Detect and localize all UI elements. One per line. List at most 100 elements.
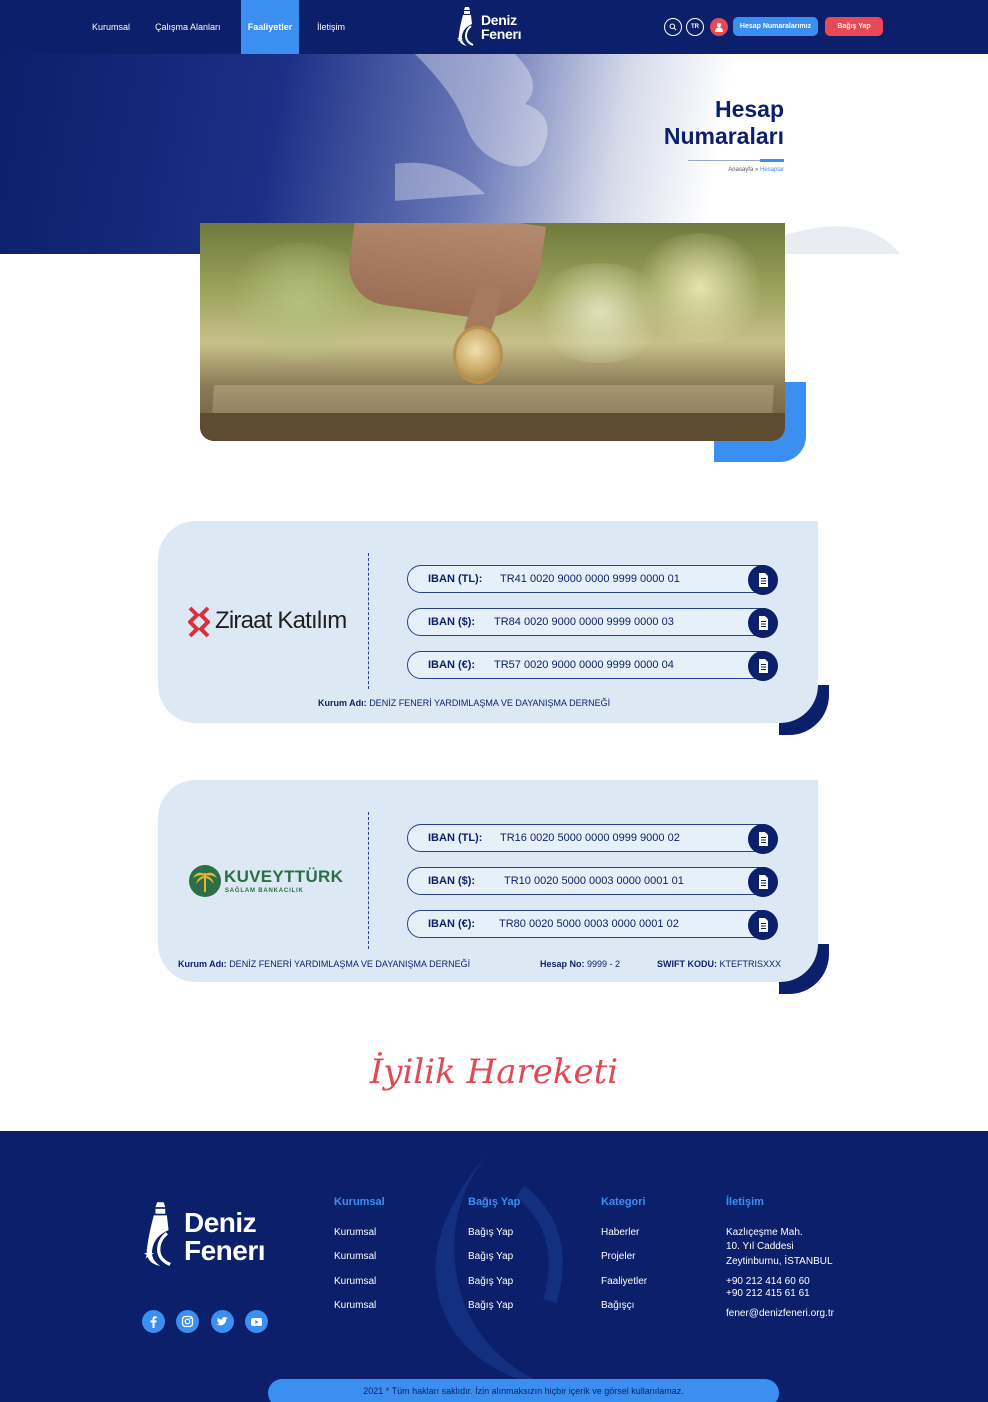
iban-row-eur: IBAN (€): TR80 0020 5000 0003 0000 0001 … — [407, 910, 778, 940]
footer-column-title: Kategori — [601, 1196, 646, 1208]
copy-iban-button[interactable] — [748, 867, 778, 897]
iban-value: TR57 0020 9000 0000 9999 0000 04 — [494, 659, 674, 671]
deniz-feneri-logo[interactable]: Deniz Fenerı — [457, 6, 537, 48]
contact-address-line: 10. Yıl Caddesi — [726, 1241, 794, 1252]
breadcrumb-current: Hesaplar — [759, 167, 784, 173]
footer-link[interactable]: Kurumsal — [334, 1300, 376, 1311]
iban-value: TR84 0020 9000 0000 9999 0000 03 — [494, 616, 674, 628]
org-value: DENİZ FENERİ YARDIMLAŞMA VE DAYANIŞMA DE… — [369, 698, 611, 708]
contact-email[interactable]: fener@denizfeneri.org.tr — [726, 1308, 834, 1319]
contact-phone[interactable]: +90 212 414 60 60 — [726, 1276, 810, 1287]
nav-item-faaliyetler[interactable]: Faaliyetler — [241, 0, 299, 54]
bank-name: Ziraat Katılım — [215, 607, 347, 634]
card-divider — [368, 812, 369, 949]
account-label: Hesap No: — [540, 959, 585, 969]
youtube-icon — [251, 1318, 262, 1326]
copy-iban-button[interactable] — [748, 565, 778, 595]
copy-iban-button[interactable] — [748, 608, 778, 638]
iban-label: IBAN (€): — [428, 659, 476, 671]
organization-name: Kurum Adı: DENİZ FENERİ YARDIMLAŞMA VE D… — [178, 959, 470, 969]
footer-link[interactable]: Kurumsal — [334, 1227, 376, 1238]
instagram-icon — [181, 1315, 194, 1328]
footer-logo[interactable]: Deniz Fenerı — [144, 1197, 284, 1277]
document-copy-icon — [759, 616, 768, 630]
coin-image — [453, 326, 503, 384]
footer-link[interactable]: Haberler — [601, 1227, 639, 1238]
bank-card-kuveyt-turk: KUVEYTTÜRK SAĞLAM BANKACILIK IBAN (TL): … — [158, 780, 818, 982]
footer-link[interactable]: Kurumsal — [334, 1251, 376, 1262]
lighthouse-watermark — [435, 1151, 563, 1391]
iban-value: TR80 0020 5000 0003 0000 0001 02 — [499, 918, 679, 930]
breadcrumb-home[interactable]: Anasayfa — [728, 167, 753, 173]
footer-link[interactable]: Bağış Yap — [468, 1227, 513, 1238]
twitter-icon — [216, 1317, 228, 1326]
slogan: İyilik Hareketi — [369, 1052, 619, 1092]
page-title-line1: Hesap — [714, 96, 784, 122]
nav-item-iletisim[interactable]: İletişim — [309, 0, 353, 54]
nav-item-calisma-alanlari[interactable]: Çalışma Alanları — [147, 0, 229, 54]
iban-value: TR16 0020 5000 0000 0999 9000 02 — [500, 832, 680, 844]
page-title-line2: Numaraları — [663, 123, 784, 149]
twitter-button[interactable] — [211, 1310, 234, 1333]
document-copy-icon — [759, 875, 768, 889]
search-button[interactable] — [664, 18, 682, 36]
document-copy-icon — [759, 573, 768, 587]
footer-link[interactable]: Bağış Yap — [468, 1251, 513, 1262]
ziraat-emblem-icon — [188, 606, 210, 638]
iban-row-tl: IBAN (TL): TR16 0020 5000 0000 0999 9000… — [407, 824, 778, 854]
footer-column-title: Kurumsal — [334, 1196, 385, 1208]
user-account-button[interactable] — [710, 18, 728, 36]
footer-logo-feneri: Fenerı — [184, 1235, 266, 1266]
palm-tree-emblem-icon — [189, 865, 221, 897]
card-divider — [368, 553, 369, 689]
breadcrumb: Anasayfa » Hesaplar — [728, 167, 784, 173]
organization-name: Kurum Adı: DENİZ FENERİ YARDIMLAŞMA VE D… — [318, 698, 610, 708]
youtube-button[interactable] — [245, 1310, 268, 1333]
footer-link[interactable]: Bağış Yap — [468, 1276, 513, 1287]
title-divider-accent — [760, 159, 784, 162]
org-value: DENİZ FENERİ YARDIMLAŞMA VE DAYANIŞMA DE… — [229, 959, 471, 969]
footer-link[interactable]: Kurumsal — [334, 1276, 376, 1287]
lighthouse-icon — [457, 7, 474, 46]
iban-value: TR41 0020 9000 0000 9999 0000 01 — [500, 573, 680, 585]
nav-item-kurumsal[interactable]: Kurumsal — [84, 0, 138, 54]
account-numbers-button[interactable]: Hesap Numaralarımız — [733, 17, 818, 36]
footer-link[interactable]: Bağışçı — [601, 1300, 634, 1311]
swift-value: KTEFTRISXXX — [719, 959, 782, 969]
contact-phone[interactable]: +90 212 415 61 61 — [726, 1288, 810, 1299]
org-label: Kurum Adı: — [318, 698, 367, 708]
iban-label: IBAN ($): — [428, 616, 476, 628]
donate-button[interactable]: Bağış Yap — [825, 17, 883, 36]
bank-name: KUVEYTTÜRK — [224, 867, 344, 886]
document-copy-icon — [759, 918, 768, 932]
copy-iban-button[interactable] — [748, 910, 778, 940]
iban-label: IBAN ($): — [428, 875, 476, 887]
search-icon — [669, 23, 677, 31]
logo-text-deniz: Deniz — [481, 12, 517, 28]
top-navigation-bar: Kurumsal Çalışma Alanları Faaliyetler İl… — [0, 0, 988, 54]
instagram-button[interactable] — [176, 1310, 199, 1333]
contact-address-line: Kazlıçeşme Mah. — [726, 1227, 803, 1238]
footer-link[interactable]: Projeler — [601, 1251, 635, 1262]
copy-iban-button[interactable] — [748, 824, 778, 854]
bank-card-ziraat: Ziraat Katılım IBAN (TL): TR41 0020 9000… — [158, 521, 818, 723]
copy-iban-button[interactable] — [748, 651, 778, 681]
iban-label: IBAN (TL): — [428, 573, 483, 585]
account-number: Hesap No: 9999 - 2 — [540, 959, 620, 969]
iban-row-usd: IBAN ($): TR10 0020 5000 0003 0000 0001 … — [407, 867, 778, 897]
footer: Deniz Fenerı Kurumsal Kurumsal Kurumsal … — [0, 1131, 988, 1402]
footer-link[interactable]: Faaliyetler — [601, 1276, 647, 1287]
language-button[interactable]: TR — [686, 18, 704, 36]
copyright-bar: 2021 * Tüm hakları saklıdır. İzin alınma… — [268, 1379, 779, 1402]
page-title: Hesap Numaraları — [664, 96, 784, 150]
account-value: 9999 - 2 — [587, 959, 621, 969]
iban-row-eur: IBAN (€): TR57 0020 9000 0000 9999 0000 … — [407, 651, 778, 681]
lighthouse-icon — [144, 1202, 171, 1267]
iban-row-tl: IBAN (TL): TR41 0020 9000 0000 9999 0000… — [407, 565, 778, 595]
ziraat-katilim-logo: Ziraat Katılım — [188, 605, 348, 639]
footer-column-title: Bağış Yap — [468, 1196, 521, 1208]
footer-link[interactable]: Bağış Yap — [468, 1300, 513, 1311]
iban-label: IBAN (TL): — [428, 832, 483, 844]
facebook-button[interactable] — [142, 1310, 165, 1333]
iban-value: TR10 0020 5000 0003 0000 0001 01 — [504, 875, 684, 887]
